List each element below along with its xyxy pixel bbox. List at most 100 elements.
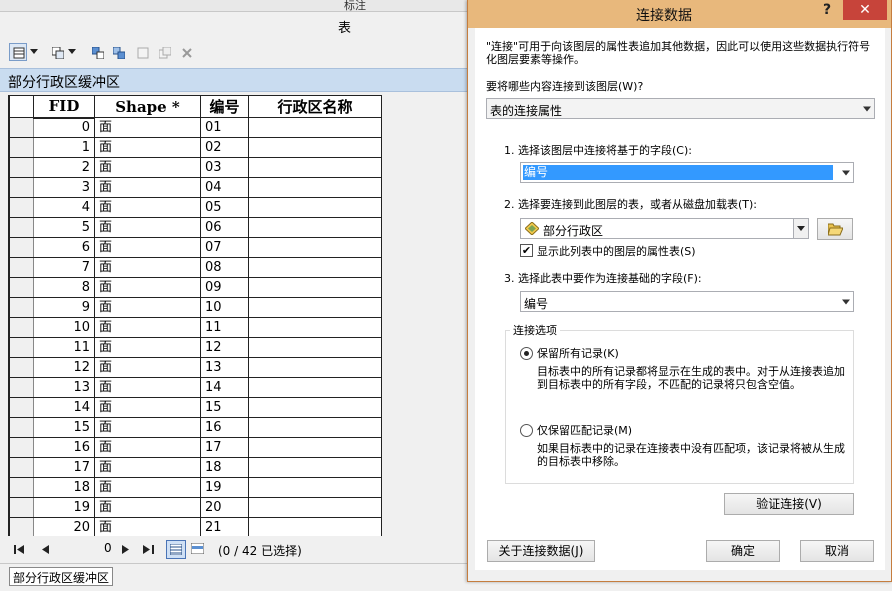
cell-fid[interactable]: 4 (33, 197, 95, 218)
row-selector[interactable] (9, 417, 34, 438)
cell-code[interactable]: 14 (200, 377, 249, 398)
cell-code[interactable]: 07 (200, 237, 249, 258)
cell-fid[interactable]: 12 (33, 357, 95, 378)
cell-shape[interactable]: 面 (94, 337, 201, 358)
close-button[interactable]: ✕ (843, 0, 887, 20)
cell-fid[interactable]: 11 (33, 337, 95, 358)
cell-district-name[interactable] (248, 337, 382, 358)
cell-district-name[interactable] (248, 157, 382, 178)
row-selector[interactable] (9, 177, 34, 198)
table-row[interactable]: 5 面 06 (9, 217, 382, 238)
row-selector[interactable] (9, 217, 34, 238)
column-header-fid[interactable]: FID (33, 95, 95, 119)
switch-selection-button[interactable] (109, 43, 127, 61)
cell-code[interactable]: 08 (200, 257, 249, 278)
cell-shape[interactable]: 面 (94, 117, 201, 138)
cell-district-name[interactable] (248, 417, 382, 438)
first-record-icon[interactable] (14, 545, 25, 554)
cell-code[interactable]: 05 (200, 197, 249, 218)
table-row[interactable]: 4 面 05 (9, 197, 382, 218)
related-tables-dropdown[interactable] (66, 43, 78, 61)
cell-district-name[interactable] (248, 477, 382, 498)
row-selector[interactable] (9, 437, 34, 458)
table-row[interactable]: 13 面 14 (9, 377, 382, 398)
join-table-dropdown-button[interactable] (793, 219, 808, 238)
cell-shape[interactable]: 面 (94, 257, 201, 278)
next-record-icon[interactable] (122, 545, 129, 554)
cell-shape[interactable]: 面 (94, 457, 201, 478)
clear-selection-button[interactable] (133, 43, 151, 61)
row-selector[interactable] (9, 137, 34, 158)
cell-code[interactable]: 21 (200, 517, 249, 536)
table-row[interactable]: 19 面 20 (9, 497, 382, 518)
row-selector[interactable] (9, 197, 34, 218)
cell-shape[interactable]: 面 (94, 277, 201, 298)
row-selector[interactable] (9, 117, 34, 138)
cell-shape[interactable]: 面 (94, 137, 201, 158)
cell-code[interactable]: 01 (200, 117, 249, 138)
cell-shape[interactable]: 面 (94, 417, 201, 438)
cell-fid[interactable]: 6 (33, 237, 95, 258)
cell-district-name[interactable] (248, 297, 382, 318)
cell-district-name[interactable] (248, 217, 382, 238)
table-row[interactable]: 8 面 09 (9, 277, 382, 298)
table-row[interactable]: 9 面 10 (9, 297, 382, 318)
cell-shape[interactable]: 面 (94, 237, 201, 258)
cell-shape[interactable]: 面 (94, 297, 201, 318)
label-tool-text[interactable]: 标注 (344, 0, 366, 11)
select-by-attributes-button[interactable] (88, 43, 106, 61)
join-type-select[interactable]: 表的连接属性 (486, 98, 875, 119)
cell-shape[interactable]: 面 (94, 177, 201, 198)
previous-record-icon[interactable] (42, 545, 49, 554)
column-header-shape[interactable]: Shape * (94, 95, 201, 118)
cell-district-name[interactable] (248, 437, 382, 458)
cell-code[interactable]: 02 (200, 137, 249, 158)
row-selector[interactable] (9, 377, 34, 398)
row-selector-header[interactable] (9, 95, 34, 118)
table-row[interactable]: 14 面 15 (9, 397, 382, 418)
cell-code[interactable]: 09 (200, 277, 249, 298)
cell-code[interactable]: 13 (200, 357, 249, 378)
table-row[interactable]: 15 面 16 (9, 417, 382, 438)
cell-shape[interactable]: 面 (94, 377, 201, 398)
row-selector[interactable] (9, 517, 34, 536)
row-selector[interactable] (9, 477, 34, 498)
cell-district-name[interactable] (248, 237, 382, 258)
cell-code[interactable]: 12 (200, 337, 249, 358)
table-row[interactable]: 17 面 18 (9, 457, 382, 478)
cell-fid[interactable]: 14 (33, 397, 95, 418)
show-selected-records-button[interactable] (188, 540, 208, 559)
row-selector[interactable] (9, 237, 34, 258)
cell-fid[interactable]: 13 (33, 377, 95, 398)
cell-fid[interactable]: 8 (33, 277, 95, 298)
cell-fid[interactable]: 19 (33, 497, 95, 518)
related-tables-button[interactable] (48, 43, 66, 61)
cell-shape[interactable]: 面 (94, 197, 201, 218)
cell-code[interactable]: 19 (200, 477, 249, 498)
table-options-button[interactable] (9, 43, 27, 61)
join-field-select[interactable]: 编号 (520, 291, 854, 312)
cell-district-name[interactable] (248, 317, 382, 338)
cell-district-name[interactable] (248, 137, 382, 158)
row-selector[interactable] (9, 337, 34, 358)
cell-shape[interactable]: 面 (94, 437, 201, 458)
table-row[interactable]: 7 面 08 (9, 257, 382, 278)
cell-district-name[interactable] (248, 457, 382, 478)
table-row[interactable]: 1 面 02 (9, 137, 382, 158)
cell-code[interactable]: 03 (200, 157, 249, 178)
cell-code[interactable]: 04 (200, 177, 249, 198)
cell-fid[interactable]: 3 (33, 177, 95, 198)
table-row[interactable]: 18 面 19 (9, 477, 382, 498)
join-table-select[interactable]: 部分行政区 (520, 218, 809, 239)
cell-code[interactable]: 10 (200, 297, 249, 318)
row-selector[interactable] (9, 397, 34, 418)
table-row[interactable]: 11 面 12 (9, 337, 382, 358)
cell-shape[interactable]: 面 (94, 397, 201, 418)
cell-fid[interactable]: 17 (33, 457, 95, 478)
row-selector[interactable] (9, 357, 34, 378)
row-selector[interactable] (9, 277, 34, 298)
row-selector[interactable] (9, 317, 34, 338)
cell-code[interactable]: 16 (200, 417, 249, 438)
cell-fid[interactable]: 18 (33, 477, 95, 498)
help-button[interactable]: ? (815, 2, 839, 24)
